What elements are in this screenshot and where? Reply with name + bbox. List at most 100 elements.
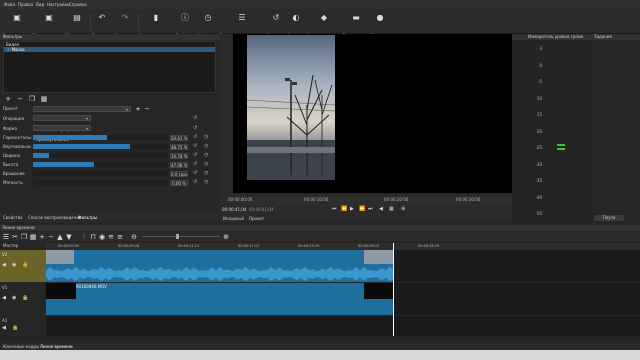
volume-icon[interactable]: ◀ [379, 206, 383, 212]
export-button[interactable]: ● Экспорт [371, 11, 389, 38]
hide-icon[interactable]: ◉ [12, 295, 16, 301]
menu-edit[interactable]: Правка [18, 2, 33, 7]
reset-icon[interactable]: ↺ [193, 143, 197, 149]
keyframe-icon[interactable]: ◷ [204, 134, 208, 140]
slider-track[interactable] [33, 162, 168, 167]
zoom-icon[interactable]: ⊕ [401, 206, 405, 212]
mute-icon[interactable]: ◀ [2, 262, 6, 268]
current-position[interactable]: 00:00:41;04 [222, 207, 246, 212]
zoom-in-icon[interactable]: ⊕ [222, 233, 230, 241]
tab-playlist[interactable]: Список воспроизведения [28, 215, 81, 220]
keyframes-button[interactable]: ◆ Ключевые кадры [307, 11, 343, 38]
reset-icon[interactable]: ↺ [193, 134, 197, 140]
remove-icon[interactable]: − [47, 233, 55, 241]
append-icon[interactable]: + [38, 233, 46, 241]
copy-icon[interactable]: ❐ [20, 233, 28, 241]
zoom-out-icon[interactable]: ⊖ [130, 233, 138, 241]
reset-icon[interactable]: ↺ [193, 179, 197, 185]
reset-icon[interactable]: ↺ [193, 115, 197, 121]
keyframe-icon[interactable]: ◷ [204, 152, 208, 158]
add-filter-icon[interactable]: + [4, 95, 12, 103]
track-header-v1[interactable]: V1 ◀ ◉ 🔒 [0, 283, 46, 315]
slider-track[interactable] [33, 180, 168, 185]
filters-button[interactable]: ◐ Фильтры [286, 11, 306, 38]
slider-track[interactable] [33, 171, 168, 176]
rewind-icon[interactable]: ⏪ [341, 206, 347, 212]
track-header-a1[interactable]: A1 ◀ 🔒 [0, 316, 46, 336]
snap-icon[interactable]: ⊓ [89, 233, 97, 241]
copy-filter-icon[interactable]: ❐ [28, 95, 36, 103]
slider-track[interactable] [33, 144, 168, 149]
keyframe-icon[interactable]: ◷ [204, 161, 208, 167]
menu-file[interactable]: Файл [4, 2, 15, 7]
lift-icon[interactable]: ▲ [56, 233, 64, 241]
slider-value[interactable]: 48,75 % [170, 143, 188, 150]
level-meter-button[interactable]: ▮ Измерители уровня [139, 11, 181, 38]
open-other-button[interactable]: ▣ Открыть другой... [32, 11, 70, 38]
clip[interactable] [46, 250, 394, 282]
skip-end-icon[interactable]: ⏭ [368, 206, 373, 212]
menu-help[interactable]: Справка [69, 2, 87, 7]
open-file-button[interactable]: ▣ Открыть файл [2, 11, 33, 38]
slider-value[interactable]: 47,08 % [170, 161, 188, 168]
slider-track[interactable] [33, 135, 168, 140]
hide-icon[interactable]: ◉ [12, 262, 16, 268]
lock-icon[interactable]: 🔒 [22, 295, 28, 301]
timeline-ruler[interactable]: 00:00:00:00 00:00:05:28 00:00:11:21 00:00:1… [46, 243, 640, 250]
zoom-slider[interactable] [142, 236, 220, 237]
tab-project[interactable]: Проект [249, 216, 264, 221]
recent-button[interactable]: ◷ Недавние [197, 11, 219, 38]
keyframe-icon[interactable]: ◷ [204, 179, 208, 185]
slider-value[interactable]: 0,0 град [170, 170, 188, 177]
grid-icon[interactable]: ▦ [389, 206, 394, 212]
filter-list[interactable]: Видео ✓ Маска [3, 41, 216, 93]
slider-value[interactable]: 10,78 % [170, 152, 188, 159]
lock-icon[interactable]: 🔒 [12, 325, 18, 331]
play-icon[interactable]: ▶ [350, 206, 354, 212]
reset-icon[interactable]: ↺ [193, 170, 197, 176]
lock-icon[interactable]: 🔒 [22, 262, 28, 268]
reset-icon[interactable]: ↺ [193, 161, 197, 167]
mute-icon[interactable]: ◀ [2, 325, 6, 331]
zoom-slider-handle[interactable] [176, 234, 179, 239]
tab-timeline[interactable]: Линия времени [40, 344, 73, 349]
split-icon[interactable]: ⫶ [80, 233, 88, 241]
player-ruler[interactable]: 00:00:00:00 00:00:10:00 00:00:20:00 00:0… [224, 195, 524, 206]
timeline-playhead[interactable] [393, 243, 394, 336]
timeline-button[interactable]: ▬ Линия времени [342, 11, 375, 38]
slider-value[interactable]: 0,00 % [170, 179, 188, 186]
paste-filter-icon[interactable]: ▦ [40, 95, 48, 103]
operation-combo[interactable]: Запись на прозрачном▾ [33, 115, 91, 132]
save-preset-icon[interactable]: + [134, 105, 142, 113]
playlist-button[interactable]: ☰ Список воспроизведения [219, 11, 272, 38]
slider-track[interactable] [33, 153, 168, 158]
delete-preset-icon[interactable]: − [143, 105, 151, 113]
undo-button[interactable]: ↶ Отменить [91, 11, 113, 38]
tab-filters[interactable]: Фильтры [78, 215, 97, 220]
remove-filter-icon[interactable]: − [16, 95, 24, 103]
slider-value[interactable]: 20,61 % [170, 134, 188, 141]
paste-icon[interactable]: ▦ [29, 233, 37, 241]
preset-combo[interactable]: ▾ [33, 106, 131, 112]
fast-forward-icon[interactable]: ⏩ [359, 206, 365, 212]
tab-keyframes[interactable]: Ключевые кадры [3, 344, 39, 349]
keyframe-icon[interactable]: ◷ [204, 170, 208, 176]
overwrite-icon[interactable]: ▼ [65, 233, 73, 241]
filter-item-mask[interactable]: ✓ Маска [4, 47, 215, 52]
reset-icon[interactable]: ↺ [193, 125, 197, 131]
menu-icon[interactable]: ☰ [2, 233, 10, 241]
scrub-icon[interactable]: ◉ [98, 233, 106, 241]
menu-settings[interactable]: Настройки [47, 2, 70, 7]
cut-icon[interactable]: ✂ [11, 233, 19, 241]
redo-button[interactable]: ↷ Повторить [114, 11, 136, 38]
pause-button[interactable]: Пауза [594, 215, 624, 221]
mute-icon[interactable]: ◀ [2, 295, 6, 301]
menu-view[interactable]: Вид [36, 2, 44, 7]
track-header-v2[interactable]: V2 ◀ ◉ 🔒 [0, 250, 46, 282]
tab-source[interactable]: Исходный [223, 216, 244, 221]
shape-combo[interactable]: Прямоугольник▾ [33, 125, 91, 142]
reset-icon[interactable]: ↺ [193, 152, 197, 158]
skip-start-icon[interactable]: ⏮ [332, 206, 337, 212]
ripple-all-icon[interactable]: ≡ [116, 233, 124, 241]
tab-properties[interactable]: Свойства [3, 215, 23, 220]
